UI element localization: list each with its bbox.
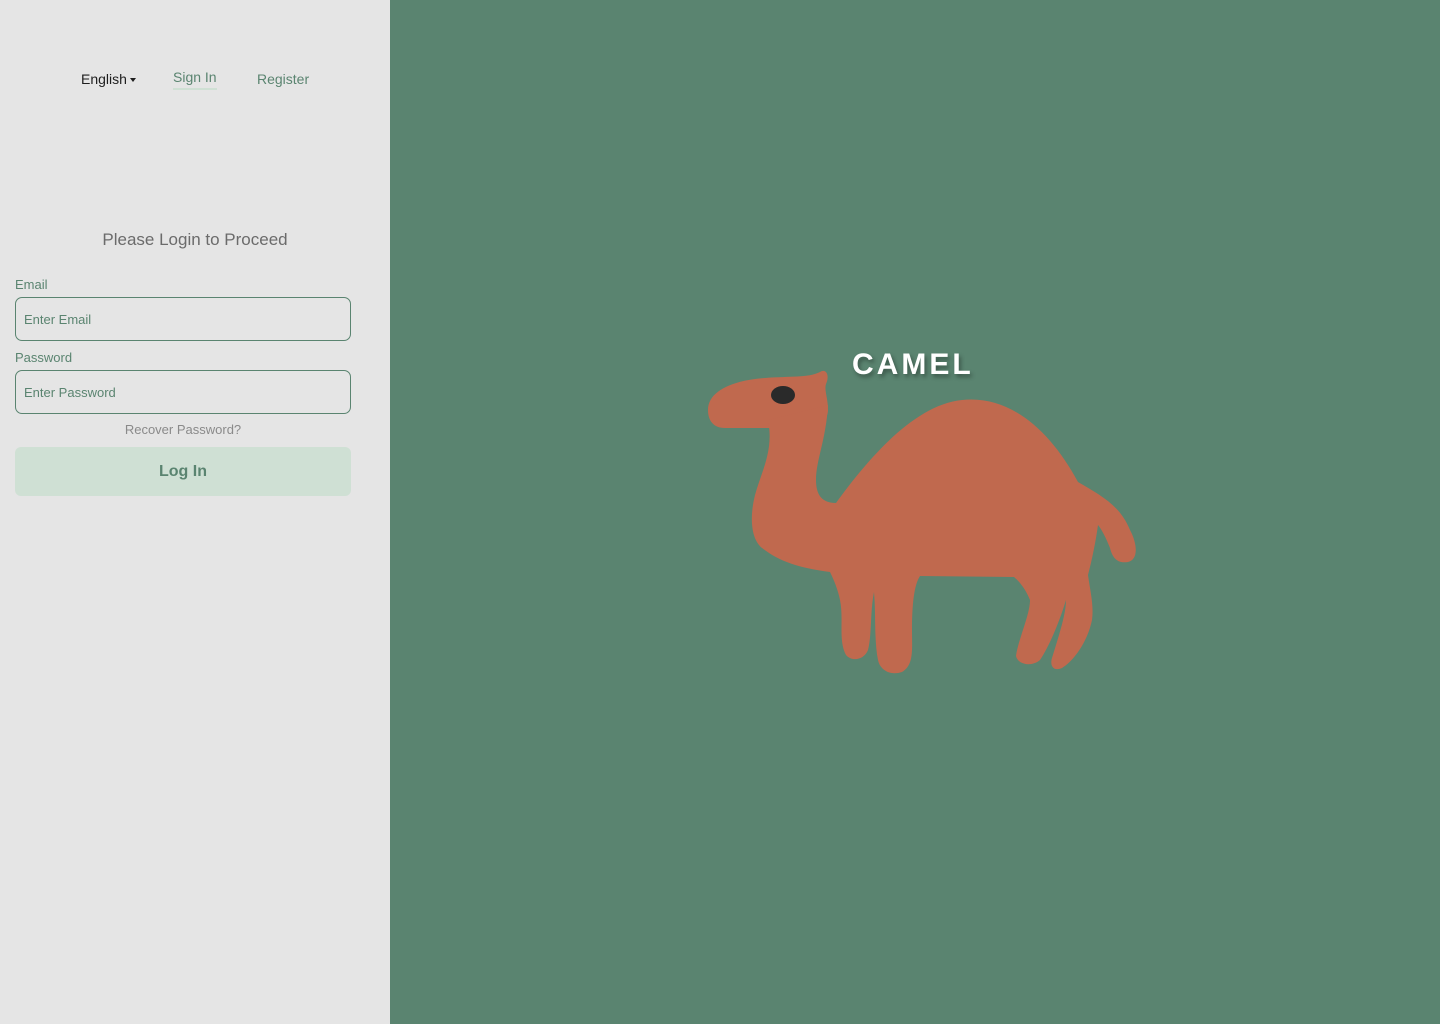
login-page: English Sign In Register Please Login to… [0,0,1440,1024]
caret-down-icon [129,77,136,82]
brand-panel: CAMEL [390,0,1440,1024]
login-heading: Please Login to Proceed [102,230,288,249]
password-field[interactable] [15,370,351,414]
email-field[interactable] [15,297,351,341]
login-panel: English Sign In Register Please Login to… [0,0,390,1024]
language-selector[interactable]: English [81,71,136,87]
log-in-button[interactable]: Log In [15,447,351,496]
nav-sign-in-link[interactable]: Sign In [173,69,217,90]
password-label: Password [15,350,73,365]
camel-illustration [708,370,1136,674]
recover-password-link[interactable]: Recover Password? [15,422,351,437]
language-label: English [81,71,127,87]
nav-register-link[interactable]: Register [257,71,309,87]
email-label: Email [15,277,48,292]
